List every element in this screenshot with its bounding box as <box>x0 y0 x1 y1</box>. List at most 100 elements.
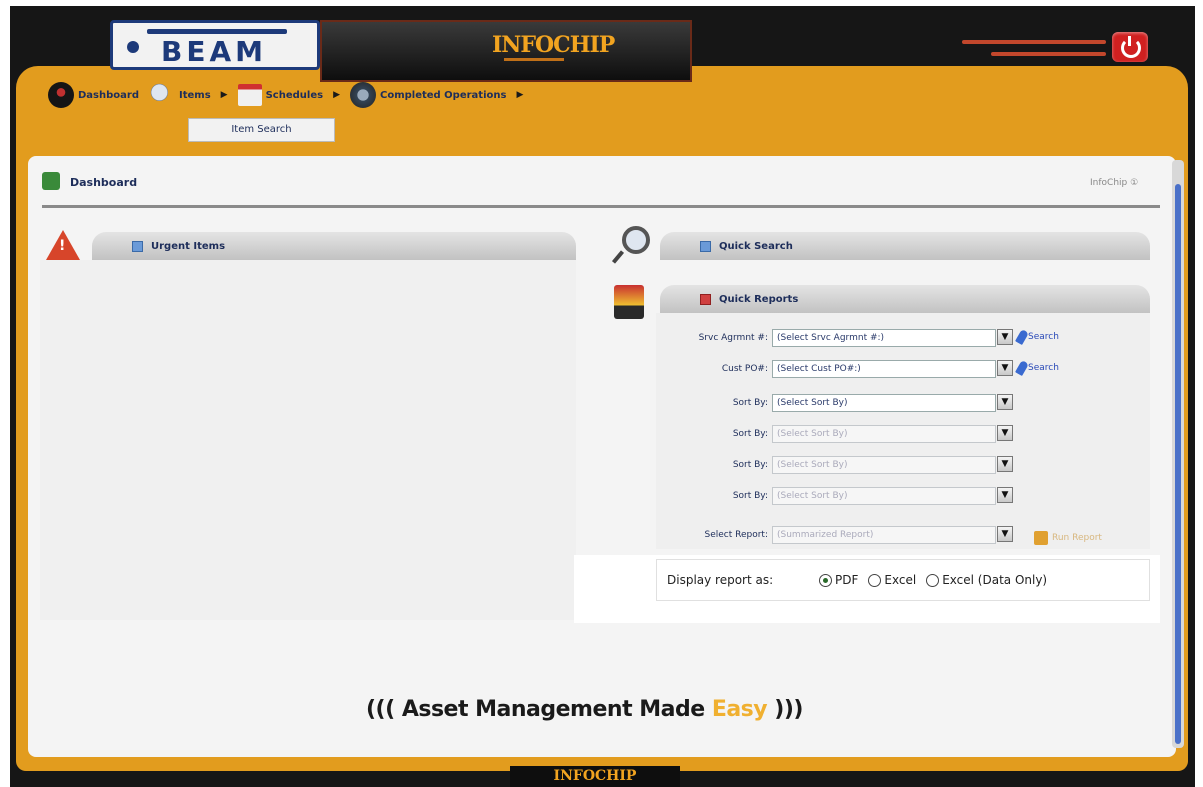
form-row: Cust PO#: (Select Cust PO#:) ▼ Search <box>656 359 1150 379</box>
main-menu: Dashboard Items ▶ Schedules ▶ Completed … <box>48 80 533 110</box>
sort-by-label: Sort By: <box>732 491 768 501</box>
sort-by-select[interactable]: (Select Sort By) <box>772 456 996 474</box>
select-report-select[interactable]: (Summarized Report) <box>772 526 996 544</box>
display-report-box: Display report as: PDF Excel Excel (Data… <box>574 555 1160 623</box>
power-icon[interactable] <box>1112 32 1148 62</box>
footer-logo-text: INFOCHIP <box>553 768 637 784</box>
radio-pdf[interactable]: PDF <box>819 573 858 587</box>
radio-unchecked-icon <box>868 573 882 587</box>
calendar-icon <box>237 84 262 106</box>
tagline-suffix: ))) <box>767 697 803 722</box>
sort-by-select[interactable]: (Select Sort By) <box>772 487 996 505</box>
form-row: Srvc Agrmnt #: (Select Srvc Agrmnt #:) ▼… <box>656 328 1150 348</box>
sort-by-select[interactable]: (Select Sort By) <box>772 425 996 443</box>
magnifier-icon <box>622 226 650 254</box>
radio-unchecked-icon <box>926 573 940 587</box>
title-divider <box>42 205 1160 208</box>
quick-reports-title: Quick Reports <box>719 293 799 305</box>
urgent-items-header[interactable]: Urgent Items <box>92 232 576 260</box>
sort-by-label: Sort By: <box>732 429 768 439</box>
infochip-underline <box>504 58 564 61</box>
search-link-label: Search <box>1028 332 1059 342</box>
quick-search-header[interactable]: Quick Search <box>660 232 1150 260</box>
menu-items-label: Items <box>179 89 211 101</box>
cust-po-label: Cust PO#: <box>721 364 768 374</box>
version-label: InfoChip ① <box>1090 178 1139 188</box>
form-row: Sort By: (Select Sort By) ▼ <box>656 486 1150 506</box>
chevron-down-icon[interactable]: ▼ <box>997 329 1013 345</box>
select-report-label: Select Report: <box>704 530 769 540</box>
tagline-main: Asset Management Made <box>401 697 712 722</box>
user-info <box>962 40 1106 64</box>
quick-search-title: Quick Search <box>719 240 793 252</box>
dashboard-title-icon <box>42 172 60 190</box>
run-report-button[interactable]: Run Report <box>1034 531 1102 545</box>
sort-by-label: Sort By: <box>732 460 768 470</box>
vertical-scrollbar[interactable] <box>1172 160 1184 748</box>
dashboard-icon <box>48 82 74 108</box>
form-row: Select Report: (Summarized Report) ▼ Run… <box>656 525 1150 545</box>
tagline-easy: Easy <box>711 697 768 722</box>
reports-icon <box>614 285 644 319</box>
radio-pdf-label: PDF <box>835 573 859 587</box>
form-row: Sort By: (Select Sort By) ▼ <box>656 424 1150 444</box>
search-link-label: Search <box>1028 363 1059 373</box>
radio-excel-data-only[interactable]: Excel (Data Only) <box>926 573 1047 587</box>
report-icon <box>1034 531 1048 545</box>
page-title: Dashboard <box>70 176 138 189</box>
chevron-down-icon[interactable]: ▼ <box>997 425 1013 441</box>
infochip-logo-text: INFOCHIP <box>492 32 615 58</box>
chevron-down-icon[interactable]: ▼ <box>997 526 1013 542</box>
chevron-down-icon[interactable]: ▼ <box>997 456 1013 472</box>
operations-icon <box>349 82 376 108</box>
collapse-icon <box>132 240 143 252</box>
menu-completed-operations[interactable]: Completed Operations ▶ <box>349 82 524 108</box>
beam-logo: BEAM <box>110 20 320 70</box>
menu-schedules-label: Schedules <box>265 89 324 101</box>
arrow-icon: ▶ <box>333 90 340 100</box>
menu-dashboard-label: Dashboard <box>78 89 139 101</box>
submenu-item-search[interactable]: Item Search <box>188 118 335 142</box>
key-icon <box>1015 359 1029 377</box>
beam-logo-text: BEAM <box>161 35 268 68</box>
radio-excel[interactable]: Excel <box>868 573 916 587</box>
chevron-down-icon[interactable]: ▼ <box>997 360 1013 376</box>
urgent-items-body <box>40 260 576 620</box>
menu-dashboard[interactable]: Dashboard <box>48 82 139 108</box>
infochip-logo: INFOCHIP <box>320 20 692 82</box>
urgent-items-title: Urgent Items <box>151 240 226 252</box>
menu-schedules[interactable]: Schedules ▶ <box>237 84 340 106</box>
tagline: ((( Asset Management Made Easy ))) <box>366 697 803 722</box>
collapse-icon <box>700 240 711 252</box>
key-icon <box>1015 328 1029 346</box>
srvc-agrmnt-label: Srvc Agrmnt #: <box>698 333 768 343</box>
sort-by-select[interactable]: (Select Sort By) <box>772 394 996 412</box>
collapse-icon <box>700 293 711 305</box>
sort-by-label: Sort By: <box>732 398 768 408</box>
quick-reports-header[interactable]: Quick Reports <box>660 285 1150 313</box>
menu-items[interactable]: Items ▶ <box>149 82 228 108</box>
search-link[interactable]: Search <box>1015 359 1059 377</box>
cust-po-select[interactable]: (Select Cust PO#:) <box>772 360 996 378</box>
warning-mark: ! <box>59 238 66 254</box>
radio-checked-icon <box>819 573 832 587</box>
display-report-label: Display report as: <box>667 573 774 587</box>
footer-logo: INFOCHIP <box>510 766 680 787</box>
menu-completed-operations-label: Completed Operations <box>379 89 507 101</box>
quick-reports-form: Srvc Agrmnt #: (Select Srvc Agrmnt #:) ▼… <box>656 313 1150 549</box>
form-row: Sort By: (Select Sort By) ▼ <box>656 455 1150 475</box>
beam-bar <box>147 29 287 34</box>
radio-excel-data-only-label: Excel (Data Only) <box>942 573 1048 587</box>
search-link[interactable]: Search <box>1015 328 1059 346</box>
beam-dot <box>127 41 139 53</box>
arrow-icon: ▶ <box>516 90 524 100</box>
radio-excel-label: Excel <box>884 573 917 587</box>
arrow-icon: ▶ <box>220 90 228 100</box>
search-icon <box>149 82 175 108</box>
user-line <box>990 52 1106 56</box>
form-row: Sort By: (Select Sort By) ▼ <box>656 393 1150 413</box>
chevron-down-icon[interactable]: ▼ <box>997 487 1013 503</box>
srvc-agrmnt-select[interactable]: (Select Srvc Agrmnt #:) <box>772 329 996 347</box>
chevron-down-icon[interactable]: ▼ <box>997 394 1013 410</box>
tagline-prefix: ((( <box>366 697 402 722</box>
